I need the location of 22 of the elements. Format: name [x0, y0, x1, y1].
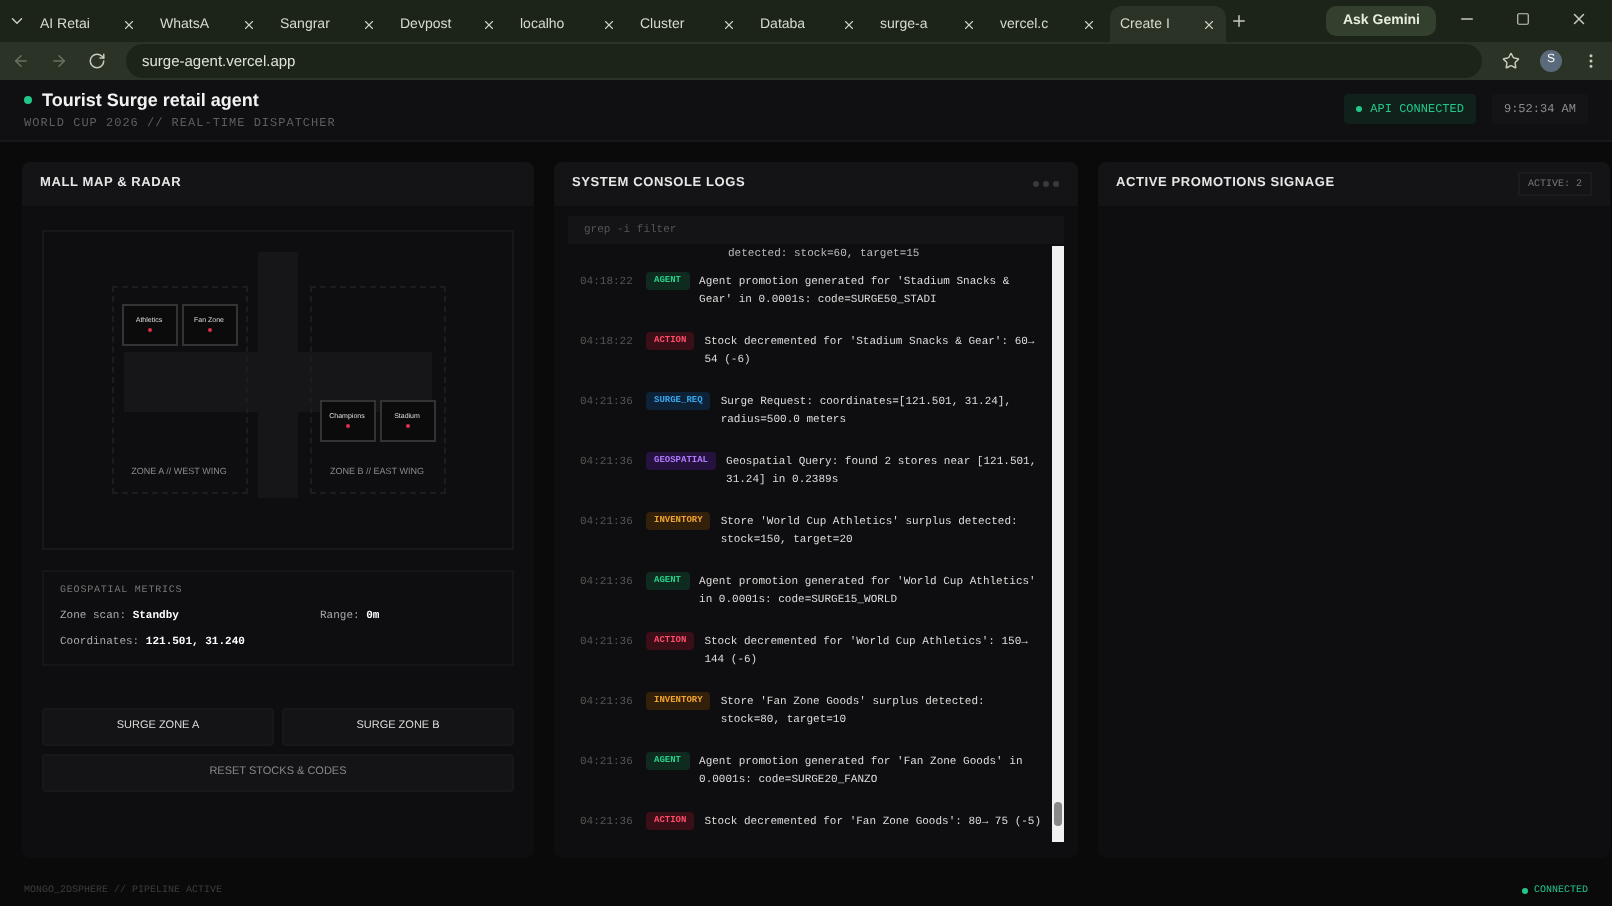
star-icon[interactable]: [1502, 51, 1520, 70]
maximize-icon[interactable]: [1515, 12, 1529, 26]
forward-icon[interactable]: [50, 51, 68, 70]
close-icon[interactable]: [842, 17, 856, 31]
reload-icon[interactable]: [88, 51, 106, 70]
app-title: Tourist Surge retail agent: [42, 89, 259, 110]
close-icon[interactable]: [1202, 17, 1216, 31]
close-icon[interactable]: [362, 17, 376, 31]
status-dot-icon: [24, 95, 32, 104]
close-icon[interactable]: [962, 17, 976, 31]
close-icon[interactable]: [1569, 10, 1587, 28]
plus-icon[interactable]: [1230, 12, 1248, 30]
close-icon[interactable]: [602, 17, 616, 31]
close-icon[interactable]: [242, 17, 256, 31]
back-icon[interactable]: [12, 51, 30, 70]
close-icon[interactable]: [122, 17, 136, 31]
scrollbar[interactable]: [1052, 245, 1064, 843]
close-icon[interactable]: [482, 17, 496, 31]
chevron-down-icon[interactable]: [8, 12, 26, 30]
dots-icon: [1032, 179, 1060, 188]
close-icon[interactable]: [1082, 17, 1096, 31]
close-icon[interactable]: [722, 17, 736, 31]
